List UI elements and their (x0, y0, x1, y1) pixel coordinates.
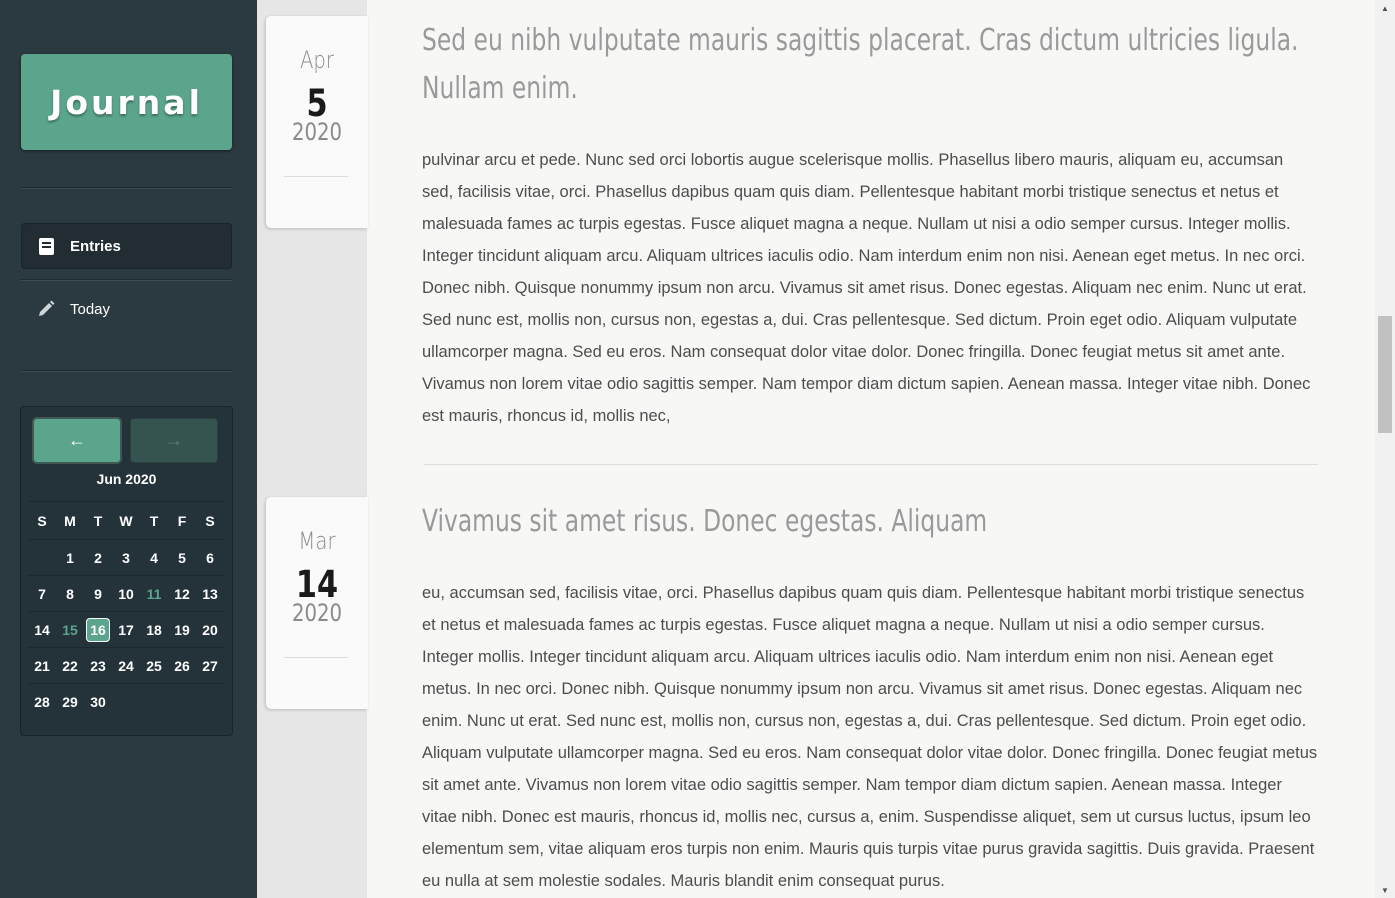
calendar-day[interactable]: 21 (28, 654, 56, 678)
entry-body: pulvinar arcu et pede. Nunc sed orci lob… (422, 151, 1311, 425)
calendar-day[interactable]: 1 (56, 546, 84, 570)
nav-entries-label: Entries (70, 237, 121, 255)
entry-date-card: Mar 14 2020 (266, 497, 368, 709)
date-divider (284, 176, 348, 177)
calendar-next-button[interactable]: → (131, 419, 217, 462)
calendar-day[interactable]: 26 (168, 654, 196, 678)
calendar-empty-cell (196, 690, 224, 714)
entry-year: 2020 (291, 118, 343, 146)
calendar-day[interactable]: 13 (196, 582, 224, 606)
entry-year: 2020 (291, 599, 343, 627)
calendar-weekday-row: SMTWTFS (28, 501, 225, 539)
calendar-day[interactable]: 22 (56, 654, 84, 678)
calendar-week-row: 7 8 9 10 11 12 13 (28, 575, 225, 611)
calendar-day[interactable]: 28 (28, 690, 56, 714)
pencil-icon (37, 300, 55, 318)
calendar-weekday: F (177, 512, 187, 529)
scrollbar[interactable]: ▲ ▼ (1375, 0, 1395, 898)
calendar-day[interactable]: 16 (86, 617, 110, 642)
calendar-day[interactable]: 9 (84, 582, 112, 606)
calendar-day[interactable]: 30 (84, 690, 112, 714)
calendar-day[interactable]: 18 (140, 618, 168, 642)
divider (21, 279, 232, 281)
calendar-day[interactable]: 4 (140, 546, 168, 570)
calendar-day[interactable]: 14 (28, 618, 56, 642)
calendar-empty-cell (112, 690, 140, 714)
calendar-weekday: T (93, 512, 103, 529)
calendar-day[interactable]: 3 (112, 546, 140, 570)
calendar-day[interactable]: 20 (196, 618, 224, 642)
divider (21, 187, 232, 189)
calendar-day[interactable]: 19 (168, 618, 196, 642)
date-divider (284, 657, 348, 658)
nav-entries[interactable]: Entries (21, 223, 232, 269)
calendar-weekday: S (37, 512, 47, 529)
calendar-empty-cell (140, 690, 168, 714)
calendar-week-row: 123456 (28, 539, 225, 575)
calendar-week-row: 21 22 23 24 25 26 27 (28, 647, 225, 683)
calendar-day[interactable]: 6 (196, 546, 224, 570)
entry-separator (424, 464, 1318, 465)
calendar-day[interactable]: 7 (28, 582, 56, 606)
calendar-day[interactable]: 29 (56, 690, 84, 714)
calendar-day[interactable]: 17 (112, 618, 140, 642)
sidebar: Journal Entries Today ← → Jun 2020 SMTWT… (0, 0, 257, 898)
entry-date-card: Apr 5 2020 (266, 16, 368, 228)
calendar-weekday: T (149, 512, 159, 529)
calendar-day[interactable]: 11 (140, 582, 168, 606)
calendar-day[interactable]: 24 (112, 654, 140, 678)
calendar-weekday: M (64, 512, 76, 529)
calendar-day[interactable]: 8 (56, 582, 84, 606)
calendar-day[interactable]: 10 (112, 582, 140, 606)
calendar-prev-button[interactable]: ← (34, 419, 120, 462)
calendar-day[interactable]: 5 (168, 546, 196, 570)
scroll-up-icon[interactable]: ▲ (1375, 0, 1395, 16)
calendar-week-row: 28 29 30 (28, 683, 225, 719)
calendar-day[interactable]: 2 (84, 546, 112, 570)
calendar-day[interactable]: 25 (140, 654, 168, 678)
calendar-day[interactable]: 12 (168, 582, 196, 606)
calendar-weekday: W (119, 512, 133, 529)
entry-body: eu, accumsan sed, facilisis vitae, orci.… (422, 584, 1318, 890)
calendar-weekday: S (205, 512, 215, 529)
logo[interactable]: Journal (21, 54, 232, 150)
entry-title[interactable]: Vivamus sit amet risus. Donec egestas. A… (422, 498, 1303, 546)
entry-month: Apr (299, 46, 335, 74)
calendar-month: Jun 2020 (96, 471, 157, 487)
entry-title[interactable]: Sed eu nibh vulputate mauris sagittis pl… (422, 17, 1303, 113)
calendar-empty-cell (168, 690, 196, 714)
logo-text: Journal (50, 82, 203, 122)
nav-today-label: Today (70, 300, 111, 318)
nav-today[interactable]: Today (21, 286, 232, 332)
entry-month: Mar (298, 527, 336, 555)
calendar-day[interactable]: 15 (56, 618, 84, 642)
calendar-empty-cell (28, 546, 56, 570)
calendar-day[interactable]: 27 (196, 654, 224, 678)
scrollbar-thumb[interactable] (1378, 316, 1392, 433)
scroll-down-icon[interactable]: ▼ (1375, 882, 1395, 898)
calendar: ← → Jun 2020 S M T W T F S 1 2 3 4 5 6 7 8 9 10 11 12 13 14 1… (20, 406, 233, 736)
calendar-week-row: 14 15 16 17 18 19 20 (28, 611, 225, 647)
divider (21, 370, 232, 372)
calendar-grid: S M T W T F S 1 2 3 4 5 6 7 8 9 10 11 12 13 14 15 16 17 18 19 20 21… (28, 501, 225, 719)
calendar-day[interactable]: 23 (84, 654, 112, 678)
book-icon (37, 237, 55, 255)
